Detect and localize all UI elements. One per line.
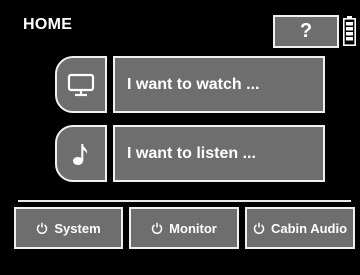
help-button[interactable]: ? — [273, 15, 339, 48]
help-label: ? — [299, 20, 313, 42]
system-button[interactable]: System — [14, 207, 123, 249]
watch-icon-tab[interactable] — [55, 56, 107, 113]
cabin-audio-button[interactable]: Cabin Audio — [245, 207, 355, 249]
power-icon — [253, 222, 265, 234]
power-icon — [36, 222, 48, 234]
listen-button[interactable]: I want to listen ... — [113, 125, 325, 182]
monitor-button[interactable]: Monitor — [129, 207, 239, 249]
battery-icon — [343, 16, 356, 46]
home-screen: HOME ? I want to watch ... I want to lis… — [5, 4, 357, 272]
cabin-audio-button-label: Cabin Audio — [270, 220, 348, 236]
divider — [18, 200, 351, 202]
watch-button-label: I want to watch ... — [127, 75, 260, 93]
music-note-icon — [73, 143, 88, 165]
power-icon — [151, 222, 163, 234]
monitor-button-label: Monitor — [169, 220, 217, 236]
watch-button[interactable]: I want to watch ... — [113, 56, 325, 113]
page-title: HOME — [23, 16, 73, 33]
monitor-icon — [67, 73, 95, 96]
listen-button-label: I want to listen ... — [127, 144, 256, 162]
listen-icon-tab[interactable] — [55, 125, 107, 182]
system-button-label: System — [54, 220, 101, 236]
